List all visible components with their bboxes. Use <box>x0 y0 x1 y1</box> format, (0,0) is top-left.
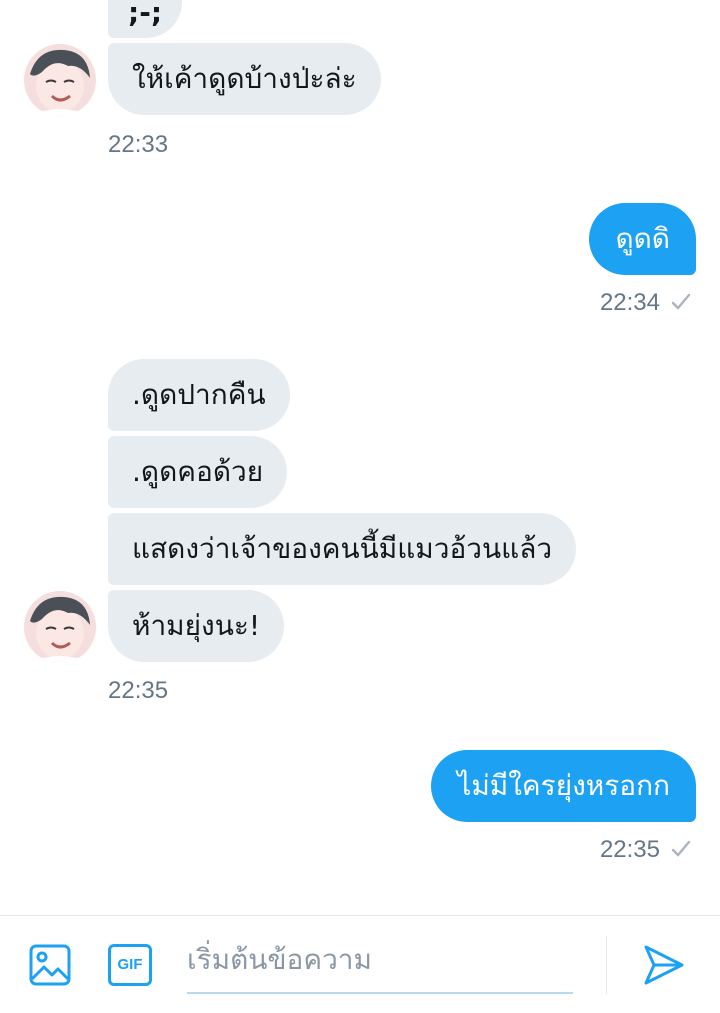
sent-check-icon <box>671 293 691 310</box>
avatar[interactable] <box>24 44 96 116</box>
message-bubble-incoming[interactable]: ;-; <box>108 0 183 38</box>
message-composer: GIF เริ่มต้นข้อความ <box>0 915 720 1013</box>
message-text: ;-; <box>128 0 163 29</box>
message-text: ดูดดิ <box>615 222 670 255</box>
message-text: .ดูดคอด้วย <box>132 455 264 488</box>
send-icon[interactable] <box>642 943 686 987</box>
message-bubble-outgoing[interactable]: ดูดดิ <box>589 203 696 275</box>
message-input-placeholder: เริ่มต้นข้อความ <box>187 943 372 976</box>
message-bubble-incoming[interactable]: .ดูดคอด้วย <box>108 436 288 508</box>
message-bubble-incoming[interactable]: แสดงว่าเจ้าของคนนี้มีแมวอ้วนแล้ว <box>108 513 577 585</box>
message-text: .ดูดปากคืน <box>132 378 266 411</box>
gif-label: GIF <box>117 956 143 973</box>
message-bubble-outgoing[interactable]: ไม่มีใครยุ่งหรอกก <box>431 750 696 822</box>
message-bubble-incoming[interactable]: ให้เค้าดูดบ้างป่ะล่ะ <box>108 43 381 115</box>
message-timestamp: 22:35 <box>599 836 660 863</box>
message-timestamp: 22:35 <box>108 677 169 704</box>
sent-check-icon <box>671 840 691 857</box>
message-bubble-incoming[interactable]: ห้ามยุ่งนะ! <box>108 590 285 662</box>
message-text: ให้เค้าดูดบ้างป่ะล่ะ <box>132 62 357 95</box>
message-bubble-incoming[interactable]: .ดูดปากคืน <box>108 359 290 431</box>
message-text: ห้ามยุ่งนะ! <box>132 609 261 642</box>
message-timestamp: 22:34 <box>599 289 660 316</box>
message-text: ไม่มีใครยุ่งหรอกก <box>457 769 670 802</box>
gif-button[interactable]: GIF <box>108 944 152 986</box>
message-input[interactable]: เริ่มต้นข้อความ <box>187 940 573 994</box>
composer-divider <box>606 936 607 994</box>
message-timestamp: 22:33 <box>108 131 169 158</box>
message-text: แสดงว่าเจ้าของคนนี้มีแมวอ้วนแล้ว <box>132 532 553 565</box>
avatar[interactable] <box>24 591 96 663</box>
image-icon[interactable] <box>28 943 72 987</box>
